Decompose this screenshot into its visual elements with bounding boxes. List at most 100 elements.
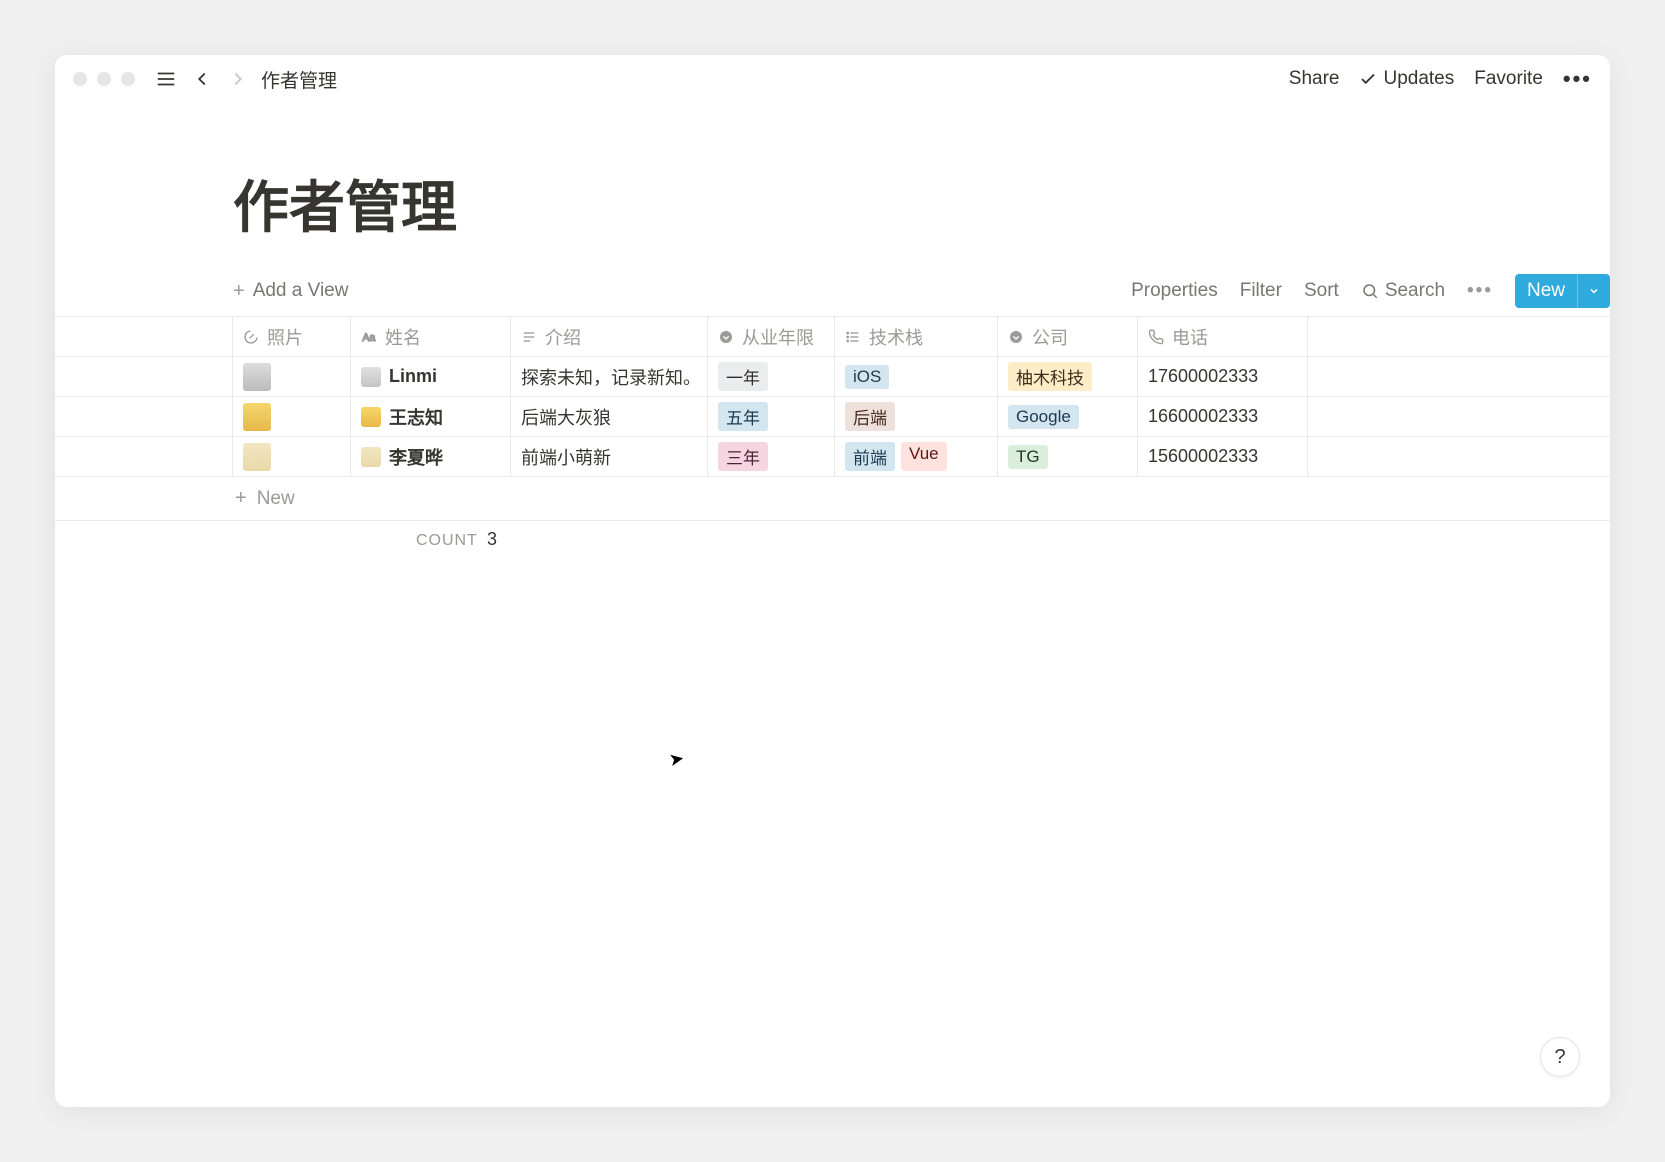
tag: TG [1008, 445, 1048, 469]
tag: Vue [901, 442, 947, 471]
database-toolbar: + Add a View Properties Filter Sort Sear… [55, 274, 1610, 316]
select-icon [718, 329, 734, 345]
cell-phone[interactable]: 17600002333 [1138, 357, 1308, 396]
table-footer: COUNT 3 [55, 521, 1610, 558]
favorite-button[interactable]: Favorite [1474, 68, 1543, 90]
new-row-button[interactable]: + New [55, 477, 1610, 521]
search-icon [1361, 282, 1379, 300]
database-table: 照片 Aa 姓名 介绍 从业年限 技术栈 [55, 316, 1610, 558]
updates-label: Updates [1383, 68, 1454, 90]
title-icon: Aa [361, 329, 377, 345]
column-phone[interactable]: 电话 [1138, 317, 1308, 356]
breadcrumb[interactable]: 作者管理 [261, 66, 337, 93]
page-icon [361, 367, 381, 387]
topbar: 作者管理 Share Updates Favorite ••• [55, 55, 1610, 103]
traffic-close-icon[interactable] [73, 72, 87, 86]
column-photo-label: 照片 [267, 324, 303, 350]
cell-company[interactable]: TG [998, 437, 1138, 476]
cell-stack[interactable]: iOS [835, 357, 998, 396]
tag: 后端 [845, 402, 895, 431]
tag: Google [1008, 405, 1079, 429]
filter-button[interactable]: Filter [1240, 280, 1282, 302]
new-button[interactable]: New [1515, 274, 1610, 308]
tag: 柚木科技 [1008, 362, 1092, 391]
table-row[interactable]: 王志知 后端大灰狼五年 后端 Google 16600002333 [55, 397, 1610, 437]
toolbar-more-icon[interactable]: ••• [1467, 280, 1493, 302]
plus-icon: + [233, 280, 245, 303]
avatar-thumbnail [243, 403, 271, 431]
table-row[interactable]: 李夏晔 前端小萌新三年前端Vue TG 15600002333 [55, 437, 1610, 477]
cell-phone[interactable]: 16600002333 [1138, 397, 1308, 436]
properties-button[interactable]: Properties [1131, 280, 1218, 302]
cell-years[interactable]: 一年 [708, 357, 835, 396]
cell-photo[interactable] [233, 357, 351, 396]
count-label: COUNT [416, 532, 478, 549]
nav-forward-icon [227, 68, 249, 90]
updates-button[interactable]: Updates [1359, 68, 1454, 90]
sidebar-toggle-icon[interactable] [155, 68, 177, 90]
cell-name[interactable]: 李夏晔 [351, 437, 511, 476]
multiselect-icon [845, 329, 861, 345]
sort-button[interactable]: Sort [1304, 280, 1339, 302]
name-text: 李夏晔 [389, 444, 443, 470]
search-label: Search [1385, 280, 1445, 302]
column-stack-label: 技术栈 [869, 324, 923, 350]
column-intro[interactable]: 介绍 [511, 317, 708, 356]
column-stack[interactable]: 技术栈 [835, 317, 998, 356]
tag: 前端 [845, 442, 895, 471]
page-title[interactable]: 作者管理 [55, 163, 1610, 274]
column-company[interactable]: 公司 [998, 317, 1138, 356]
traffic-min-icon[interactable] [97, 72, 111, 86]
check-icon [1359, 70, 1377, 88]
cell-stack[interactable]: 后端 [835, 397, 998, 436]
share-button[interactable]: Share [1289, 68, 1340, 90]
cell-intro[interactable]: 后端大灰狼 [511, 397, 708, 436]
cell-stack[interactable]: 前端Vue [835, 437, 998, 476]
cell-intro[interactable]: 前端小萌新 [511, 437, 708, 476]
column-name[interactable]: Aa 姓名 [351, 317, 511, 356]
page-icon [361, 447, 381, 467]
help-button[interactable]: ? [1540, 1037, 1580, 1077]
cell-photo[interactable] [233, 397, 351, 436]
nav-back-icon[interactable] [191, 68, 213, 90]
cell-intro[interactable]: 探索未知，记录新知。 [511, 357, 708, 396]
page-content: 作者管理 + Add a View Properties Filter Sort… [55, 103, 1610, 558]
select-icon [1008, 329, 1024, 345]
header-gutter [55, 317, 233, 356]
chevron-down-icon [1588, 285, 1600, 297]
window-controls[interactable] [73, 72, 135, 86]
column-company-label: 公司 [1032, 324, 1068, 350]
name-text: Linmi [389, 366, 437, 387]
row-gutter [55, 437, 233, 476]
more-menu-icon[interactable]: ••• [1563, 66, 1592, 92]
tag: 一年 [718, 362, 768, 391]
cell-company[interactable]: Google [998, 397, 1138, 436]
cell-company[interactable]: 柚木科技 [998, 357, 1138, 396]
cell-years[interactable]: 三年 [708, 437, 835, 476]
new-button-label: New [1515, 274, 1577, 308]
cursor-icon: ➤ [667, 748, 686, 771]
add-view-button[interactable]: + Add a View [233, 280, 348, 303]
cell-name[interactable]: 王志知 [351, 397, 511, 436]
table-row[interactable]: Linmi 探索未知，记录新知。一年 iOS 柚木科技 17600002333 [55, 357, 1610, 397]
row-gutter [55, 397, 233, 436]
avatar-thumbnail [243, 363, 271, 391]
tag: 五年 [718, 402, 768, 431]
plus-icon: + [235, 487, 247, 510]
new-row-label: New [257, 488, 295, 510]
name-text: 王志知 [389, 404, 443, 430]
column-name-label: 姓名 [385, 324, 421, 350]
search-button[interactable]: Search [1361, 280, 1445, 302]
column-photo[interactable]: 照片 [233, 317, 351, 356]
traffic-max-icon[interactable] [121, 72, 135, 86]
cell-photo[interactable] [233, 437, 351, 476]
new-button-caret[interactable] [1577, 274, 1610, 308]
column-intro-label: 介绍 [545, 324, 581, 350]
count-cell[interactable]: COUNT 3 [233, 529, 508, 550]
table-header: 照片 Aa 姓名 介绍 从业年限 技术栈 [55, 317, 1610, 357]
cell-name[interactable]: Linmi [351, 357, 511, 396]
column-years[interactable]: 从业年限 [708, 317, 835, 356]
add-view-label: Add a View [253, 280, 349, 302]
cell-years[interactable]: 五年 [708, 397, 835, 436]
cell-phone[interactable]: 15600002333 [1138, 437, 1308, 476]
